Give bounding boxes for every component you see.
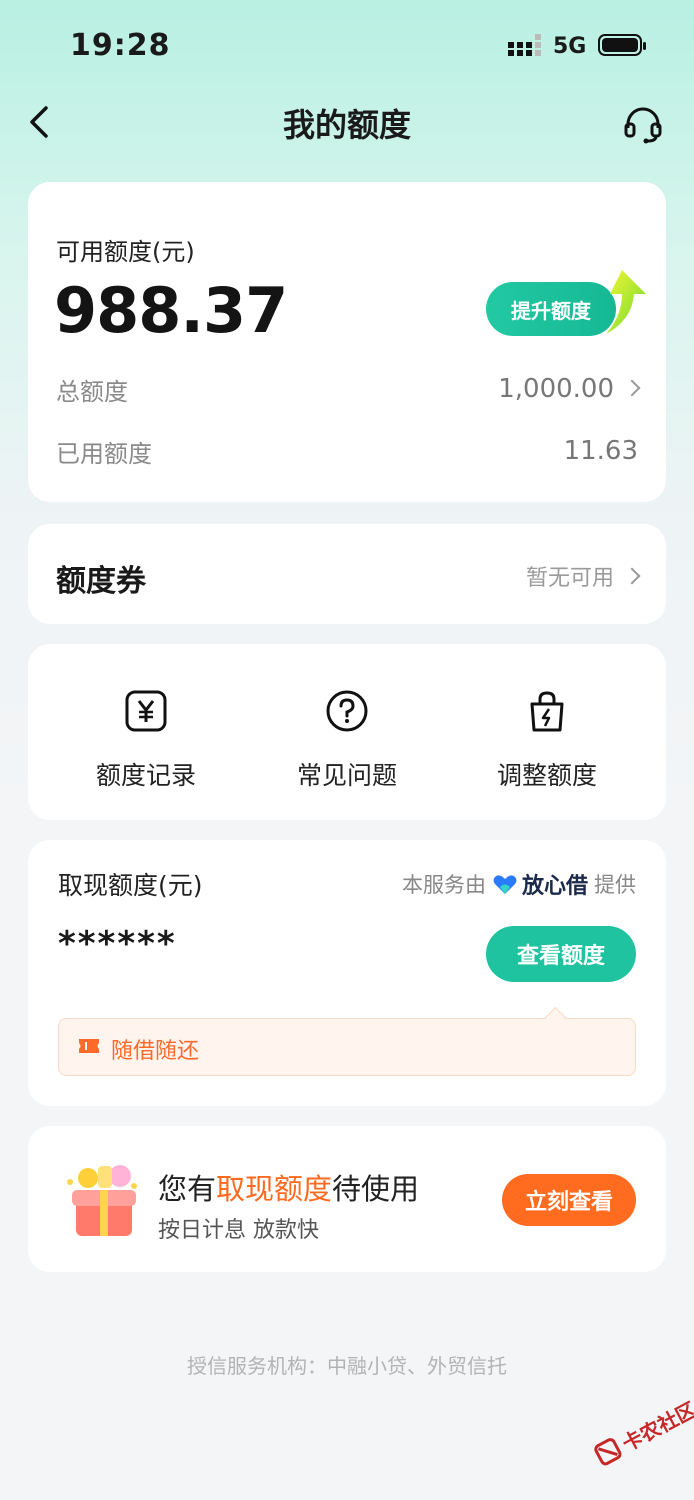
tip-banner: 随借随还 (58, 1018, 636, 1076)
bag-lightning-icon (530, 691, 564, 732)
status-time: 19:28 (70, 28, 171, 63)
used-value: 11.63 (563, 436, 638, 466)
cash-limit-card: 取现额度(元) 本服务由 放心借 提供 ****** 查看额度 随借随还 (28, 840, 666, 1106)
quick-actions-card: 额度记录 常见问题 调整额度 (28, 644, 666, 820)
cash-limit-label: 取现额度(元) (58, 871, 203, 900)
available-label: 可用额度(元) (56, 238, 195, 266)
promo-subtitle: 按日计息 放款快 (158, 1218, 319, 1243)
coupon-status: 暂无可用 (525, 560, 641, 592)
footer-text: 授信服务机构：中融小贷、外贸信托 (187, 1354, 507, 1378)
promo-title-suffix: 待使用 (332, 1172, 420, 1206)
used-label: 已用额度 (56, 440, 152, 468)
quick-action-limit-record[interactable]: 额度记录 (46, 688, 246, 792)
battery-icon (598, 34, 646, 56)
headset-icon[interactable] (622, 104, 664, 144)
available-amount: 988.37 (54, 274, 288, 347)
total-value: 1,000.00 (498, 374, 614, 404)
tip-text: 随借随还 (111, 1039, 200, 1064)
chevron-right-icon (623, 567, 641, 585)
coupon-card[interactable]: 额度券 暂无可用 (28, 524, 666, 624)
promo-card: 您有取现额度待使用 按日计息 放款快 立刻查看 (28, 1126, 666, 1272)
total-row[interactable]: 1,000.00 (498, 374, 641, 404)
ticket-icon (79, 1039, 99, 1053)
page-title: 我的额度 (282, 106, 411, 144)
watermark: 卡农社区 (586, 1387, 694, 1477)
promo-title-prefix: 您有 (158, 1172, 217, 1206)
quick-action-label: 额度记录 (95, 761, 196, 790)
signal-icon (508, 34, 541, 56)
heart-logo-icon (493, 875, 517, 894)
chevron-right-icon (623, 379, 641, 397)
view-now-button[interactable]: 立刻查看 (502, 1174, 636, 1226)
quick-action-label: 调整额度 (496, 761, 597, 790)
provider-prefix: 本服务由 (401, 873, 486, 897)
question-icon (326, 690, 368, 732)
provider-info: 本服务由 放心借 提供 (402, 868, 636, 900)
up-arrow-icon (606, 270, 646, 334)
yuan-icon (125, 690, 167, 732)
promo-title-highlight: 取现额度 (216, 1172, 333, 1206)
quick-action-adjust-limit[interactable]: 调整额度 (447, 688, 647, 792)
gift-box-icon (67, 1165, 137, 1236)
quick-action-label: 常见问题 (296, 761, 397, 790)
coupon-status-text: 暂无可用 (525, 566, 614, 591)
quick-action-faq[interactable]: 常见问题 (247, 688, 447, 792)
provider-suffix: 提供 (594, 873, 636, 897)
masked-amount: ****** (58, 924, 177, 964)
promo-title: 您有取现额度待使用 (158, 1166, 419, 1208)
total-label: 总额度 (56, 378, 128, 406)
credit-card: 可用额度(元) 988.37 提升额度 总额度 1,000.00 已用额度 11… (28, 182, 666, 502)
coupon-title: 额度券 (56, 564, 146, 599)
view-limit-button[interactable]: 查看额度 (486, 926, 636, 982)
network-label: 5G (553, 34, 587, 59)
provider-name: 放心借 (521, 874, 588, 899)
watermark-text: 卡农社区 (617, 1396, 694, 1456)
